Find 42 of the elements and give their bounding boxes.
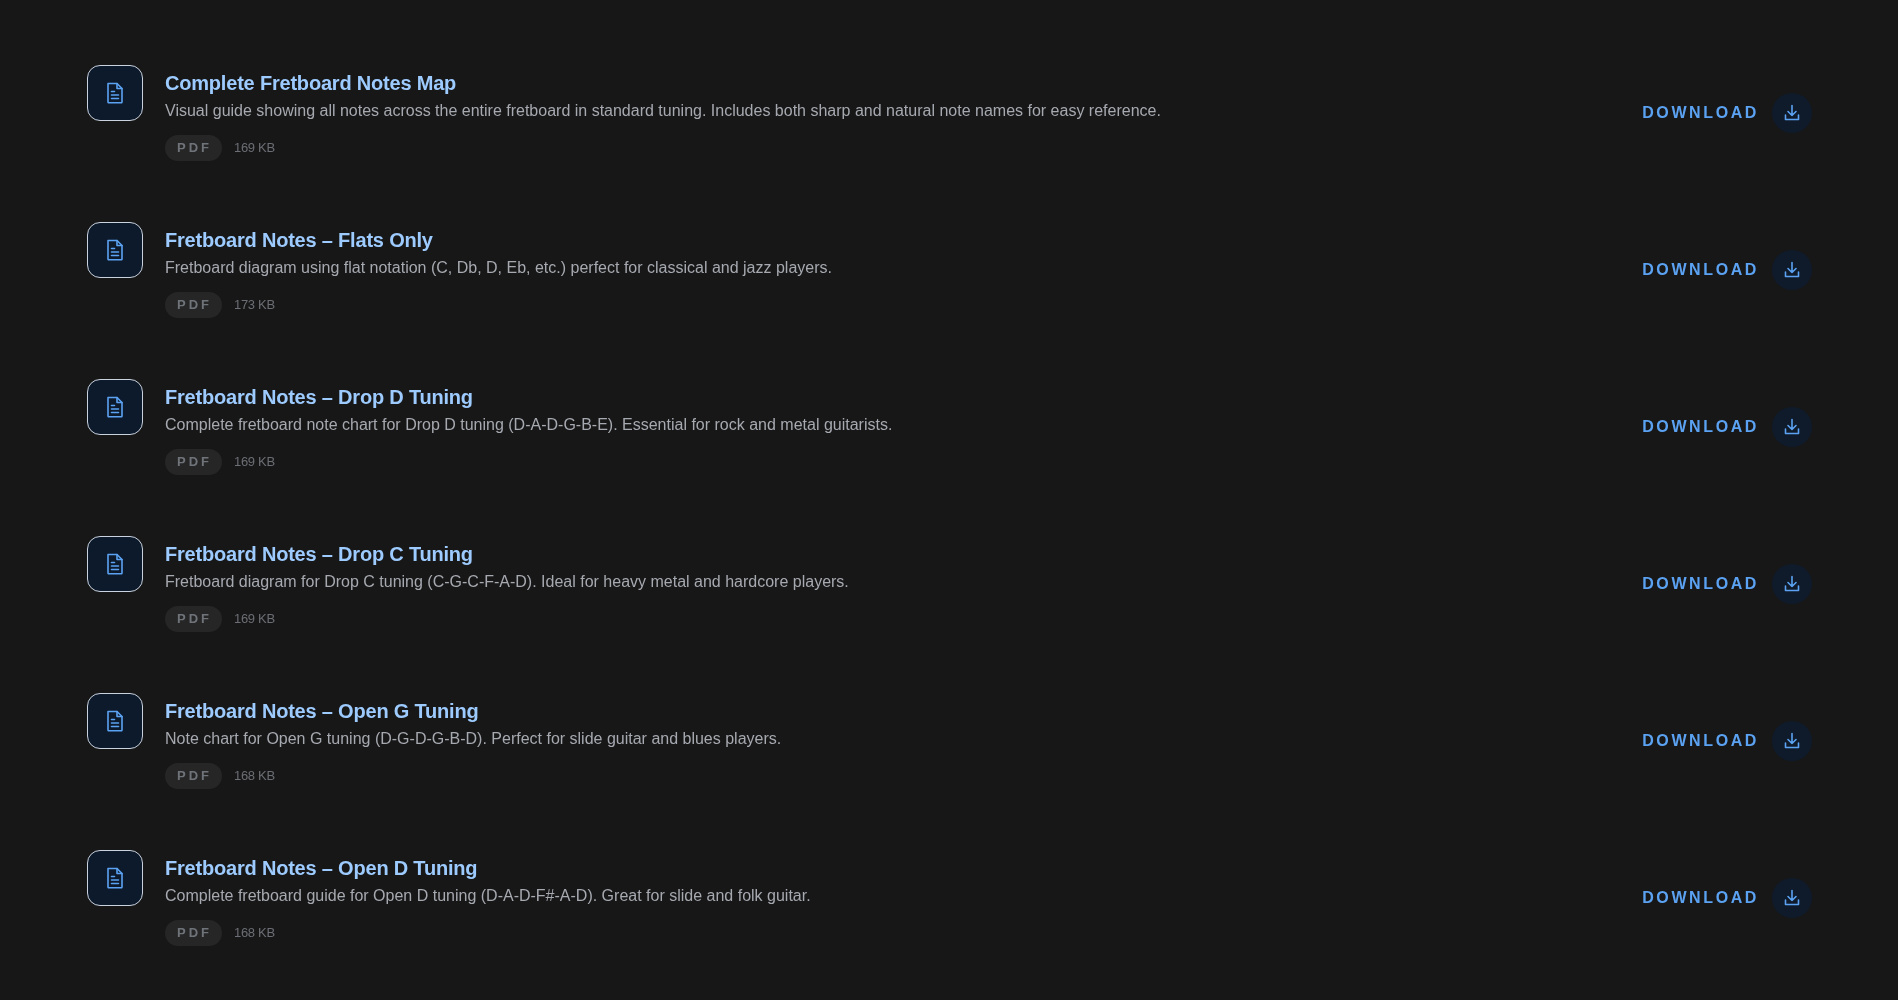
document-icon (87, 536, 143, 592)
download-icon (1772, 721, 1812, 761)
download-icon (1772, 250, 1812, 290)
download-button[interactable]: DOWNLOAD (1642, 878, 1812, 918)
file-size: 169 KB (234, 610, 275, 629)
file-description: Note chart for Open G tuning (D-G-D-G-B-D). Perfect for slide guitar and blues players. (165, 729, 782, 749)
document-icon (87, 65, 143, 121)
file-size: 168 KB (234, 924, 275, 943)
file-title: Fretboard Notes – Open G Tuning (165, 699, 480, 723)
file-format-tag: PDF (165, 763, 222, 789)
download-icon (1772, 93, 1812, 133)
file-format-tag: PDF (165, 606, 222, 632)
file-title: Fretboard Notes – Open D Tuning (165, 856, 479, 880)
file-title: Fretboard Notes – Drop D Tuning (165, 385, 474, 409)
document-icon (87, 850, 143, 906)
file-format-tag: PDF (165, 449, 222, 475)
file-description: Fretboard diagram using flat notation (C, Db, D, Eb, etc.) perfect for classical and jazz players. (165, 258, 832, 278)
file-description: Complete fretboard note chart for Drop D tuning (D-A-D-G-B-E). Essential for rock and metal guitarists. (165, 415, 893, 435)
download-button[interactable]: DOWNLOAD (1642, 250, 1812, 290)
file-format-tag: PDF (165, 292, 222, 318)
file-description: Visual guide showing all notes across the entire fretboard in standard tuning. Includes both sharp and natural note names for easy reference. (165, 101, 1161, 121)
file-size: 169 KB (234, 139, 275, 158)
file-format-tag: PDF (165, 920, 222, 946)
download-icon (1772, 878, 1812, 918)
file-title: Complete Fretboard Notes Map (165, 71, 458, 95)
download-button[interactable]: DOWNLOAD (1642, 564, 1812, 604)
file-title: Fretboard Notes – Flats Only (165, 228, 434, 252)
file-size: 168 KB (234, 767, 275, 786)
file-description: Fretboard diagram for Drop C tuning (C-G-C-F-A-D). Ideal for heavy metal and hardcore players. (165, 572, 849, 592)
download-button[interactable]: DOWNLOAD (1642, 721, 1812, 761)
download-button[interactable]: DOWNLOAD (1642, 407, 1812, 447)
file-description: Complete fretboard guide for Open D tuning (D-A-D-F#-A-D). Great for slide and folk guitar. (165, 886, 811, 906)
document-icon (87, 222, 143, 278)
document-icon (87, 379, 143, 435)
file-format-tag: PDF (165, 135, 222, 161)
download-icon (1772, 564, 1812, 604)
download-icon (1772, 407, 1812, 447)
file-size: 169 KB (234, 453, 275, 472)
file-size: 173 KB (234, 296, 275, 315)
file-title: Fretboard Notes – Drop C Tuning (165, 542, 474, 566)
download-button[interactable]: DOWNLOAD (1642, 93, 1812, 133)
document-icon (87, 693, 143, 749)
